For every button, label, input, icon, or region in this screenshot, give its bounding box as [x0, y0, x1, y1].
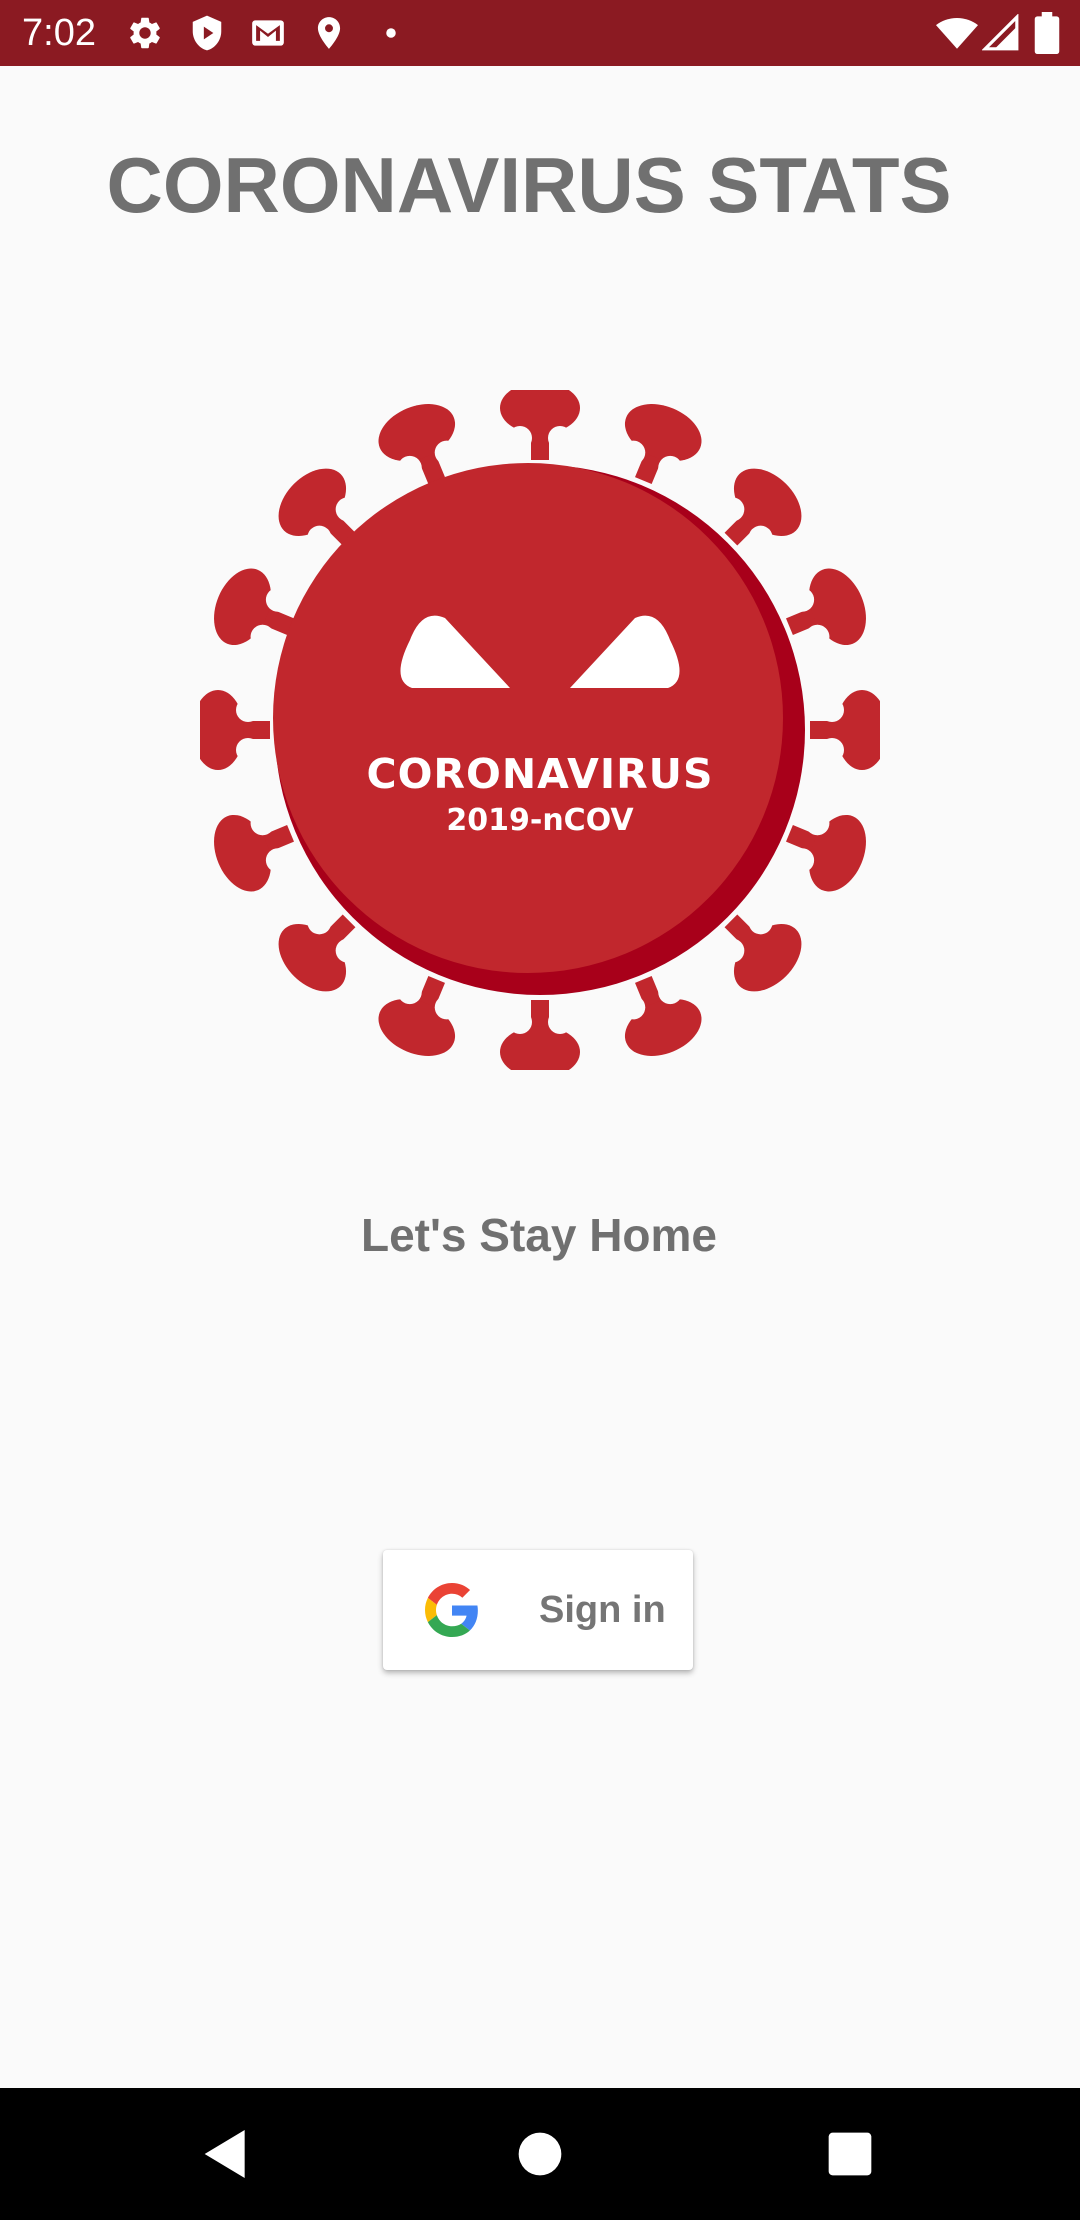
location-icon	[310, 14, 348, 52]
gmail-icon	[249, 14, 287, 52]
home-icon[interactable]	[508, 2122, 572, 2186]
wifi-icon	[936, 12, 978, 54]
play-protect-icon	[188, 14, 226, 52]
status-time: 7:02	[22, 12, 96, 54]
settings-icon	[126, 14, 164, 52]
sign-in-label: Sign in	[539, 1589, 666, 1631]
navigation-bar	[0, 2088, 1080, 2220]
google-sign-in-button[interactable]: Sign in	[383, 1550, 693, 1670]
back-icon[interactable]	[194, 2122, 258, 2186]
google-g-icon	[425, 1583, 479, 1637]
notification-dot-icon	[372, 14, 410, 52]
screen: 7:02 CORONAVIRUS STATS CORONAVIRUS 2019-…	[0, 0, 1080, 2220]
app-title: CORONAVIRUS STATS	[106, 141, 952, 229]
tagline: Let's Stay Home	[360, 1209, 718, 1261]
cellular-signal-icon	[982, 14, 1020, 52]
logo-text-line2: 2019-nCOV	[446, 803, 634, 838]
recents-icon[interactable]	[818, 2122, 882, 2186]
logo-text-line1: CORONAVIRUS	[366, 750, 713, 798]
battery-icon	[1032, 12, 1062, 54]
coronavirus-logo: CORONAVIRUS 2019-nCOV	[200, 390, 880, 1070]
status-bar: 7:02	[0, 0, 1080, 66]
